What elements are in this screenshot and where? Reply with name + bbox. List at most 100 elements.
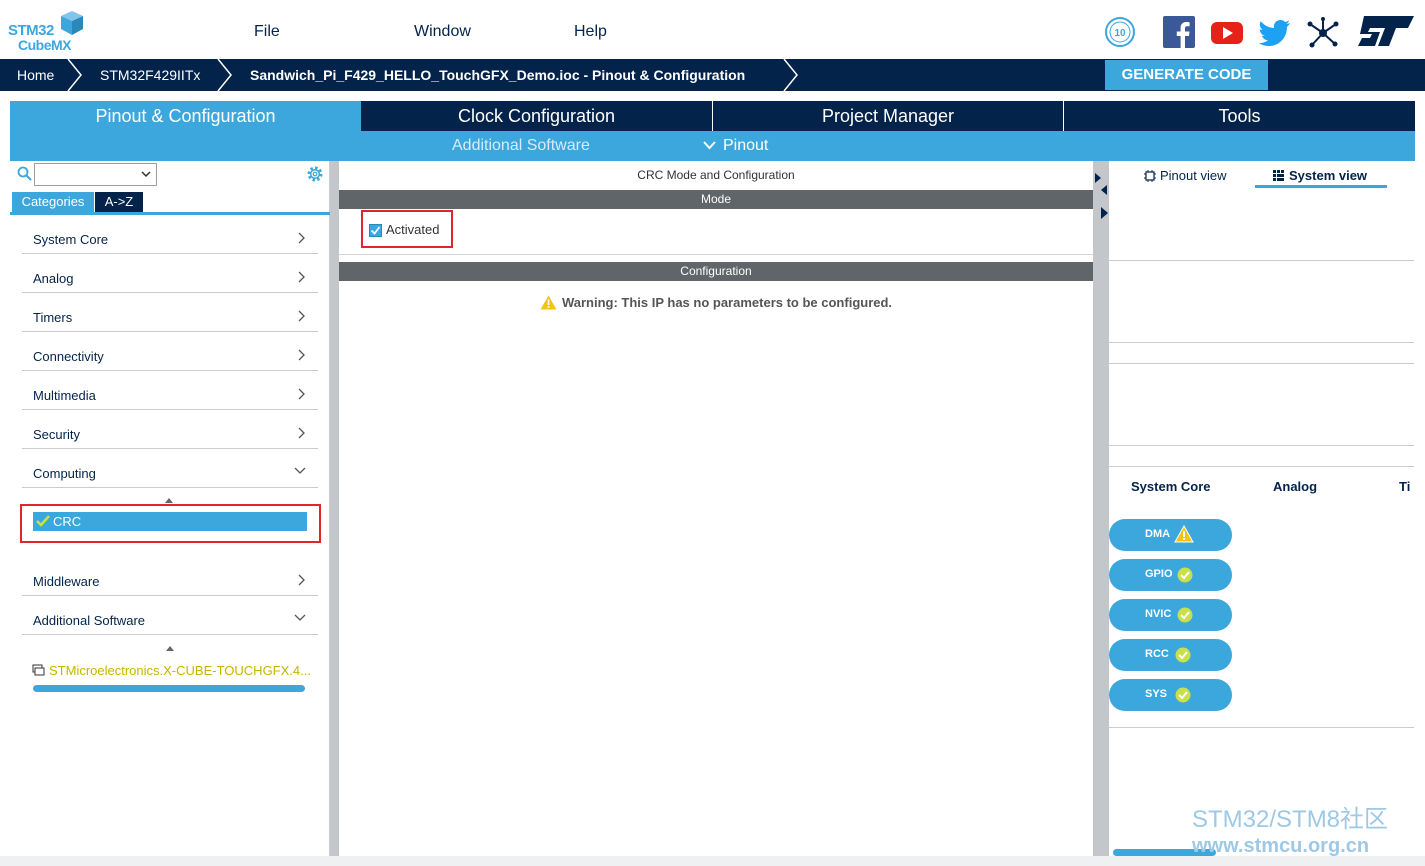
category-analog[interactable]: Analog bbox=[22, 254, 318, 293]
breadcrumb-chevron-icon bbox=[783, 59, 798, 91]
chevron-right-icon bbox=[298, 574, 305, 586]
peripheral-rcc-button[interactable]: RCC bbox=[1109, 639, 1232, 671]
watermark-line-2: www.stmcu.org.cn bbox=[1192, 835, 1370, 857]
generate-code-button[interactable]: GENERATE CODE bbox=[1105, 60, 1268, 90]
activated-label: Activated bbox=[386, 222, 440, 237]
category-label: Connectivity bbox=[33, 349, 104, 364]
breadcrumb-project[interactable]: Sandwich_Pi_F429_HELLO_TouchGFX_Demo.ioc… bbox=[250, 67, 745, 83]
warning-message: Warning: This IP has no parameters to be… bbox=[339, 295, 1093, 310]
scroll-up-icon[interactable] bbox=[166, 646, 174, 651]
category-additional-software[interactable]: Additional Software bbox=[22, 596, 318, 635]
subtab-pinout[interactable]: Pinout bbox=[723, 137, 768, 155]
divider bbox=[1109, 727, 1414, 728]
chevron-down-icon[interactable] bbox=[703, 141, 716, 150]
watermark-line-1: STM32/STM8社区 bbox=[1192, 806, 1389, 833]
twitter-icon[interactable] bbox=[1258, 16, 1292, 48]
category-label: Middleware bbox=[33, 574, 100, 589]
chevron-right-icon bbox=[298, 310, 305, 322]
st-logo-icon[interactable] bbox=[1356, 14, 1416, 48]
left-splitter[interactable] bbox=[330, 161, 339, 856]
category-computing[interactable]: Computing bbox=[22, 449, 318, 488]
peripheral-dma-button[interactable]: DMA bbox=[1109, 519, 1232, 551]
peripheral-label: SYS bbox=[1145, 688, 1168, 700]
search-input[interactable] bbox=[34, 163, 157, 186]
category-label: Security bbox=[33, 427, 80, 442]
horizontal-scrollbar[interactable] bbox=[33, 685, 305, 692]
list-view-icon bbox=[1273, 170, 1284, 181]
chevron-right-icon bbox=[298, 388, 305, 400]
category-label: System Core bbox=[33, 232, 109, 247]
expand-arrow-icon[interactable] bbox=[1101, 207, 1108, 219]
ok-check-icon bbox=[1175, 647, 1191, 663]
view-label: System view bbox=[1289, 168, 1368, 183]
chevron-right-icon bbox=[298, 427, 305, 439]
list-item-label: CRC bbox=[53, 514, 82, 529]
tab-categories[interactable]: Categories bbox=[12, 192, 94, 212]
peripheral-nvic-button[interactable]: NVIC bbox=[1109, 599, 1232, 631]
tab-system-view[interactable]: System view bbox=[1273, 168, 1367, 183]
category-multimedia[interactable]: Multimedia bbox=[22, 371, 318, 410]
list-item-software-pack[interactable]: STMicroelectronics.X-CUBE-TOUCHGFX.4... bbox=[32, 661, 322, 681]
facebook-icon[interactable] bbox=[1163, 16, 1195, 48]
activated-checkbox[interactable] bbox=[369, 224, 382, 237]
collapse-arrow-icon[interactable] bbox=[1101, 185, 1107, 195]
tab-a-to-z[interactable]: A->Z bbox=[95, 192, 143, 212]
peripheral-label: NVIC bbox=[1145, 608, 1172, 620]
menu-file[interactable]: File bbox=[254, 23, 280, 41]
peripheral-gpio-button[interactable]: GPIO bbox=[1109, 559, 1232, 591]
column-system-core: System Core bbox=[1131, 479, 1211, 494]
category-system-core[interactable]: System Core bbox=[22, 215, 318, 254]
category-timers[interactable]: Timers bbox=[22, 293, 318, 332]
list-item-crc[interactable]: CRC bbox=[33, 512, 307, 531]
breadcrumb-home[interactable]: Home bbox=[17, 67, 54, 83]
column-analog: Analog bbox=[1273, 479, 1318, 494]
subtab-additional-software[interactable]: Additional Software bbox=[452, 137, 590, 155]
svg-text:10: 10 bbox=[1114, 28, 1126, 39]
category-label: Additional Software bbox=[33, 613, 146, 628]
divider bbox=[1109, 445, 1414, 446]
ok-check-icon bbox=[1175, 687, 1191, 703]
menu-window[interactable]: Window bbox=[414, 23, 471, 41]
right-splitter[interactable] bbox=[1093, 161, 1109, 856]
tab-clock-configuration[interactable]: Clock Configuration bbox=[361, 101, 712, 131]
divider bbox=[1109, 363, 1414, 364]
list-item-label: STMicroelectronics.X-CUBE-TOUCHGFX.4... bbox=[49, 663, 311, 678]
category-connectivity[interactable]: Connectivity bbox=[22, 332, 318, 371]
main-tabs: Pinout & Configuration Clock Configurati… bbox=[10, 101, 1415, 131]
chevron-right-icon bbox=[298, 349, 305, 361]
search-icon[interactable] bbox=[17, 166, 32, 181]
breadcrumb-device[interactable]: STM32F429IITx bbox=[100, 67, 200, 83]
tab-project-manager[interactable]: Project Manager bbox=[712, 101, 1063, 131]
check-icon bbox=[36, 515, 50, 527]
breadcrumb-chevron-icon bbox=[217, 59, 232, 91]
category-security[interactable]: Security bbox=[22, 410, 318, 449]
view-label: Pinout view bbox=[1160, 168, 1227, 183]
peripheral-sys-button[interactable]: SYS bbox=[1109, 679, 1232, 711]
chevron-down-icon bbox=[294, 614, 306, 621]
divider bbox=[1109, 260, 1414, 261]
divider bbox=[1109, 342, 1414, 343]
configuration-header: Configuration bbox=[339, 262, 1093, 281]
peripheral-label: GPIO bbox=[1145, 568, 1173, 580]
category-middleware[interactable]: Middleware bbox=[22, 557, 318, 596]
peripheral-label: DMA bbox=[1145, 528, 1171, 540]
anniversary-badge-icon[interactable]: 10 bbox=[1104, 16, 1136, 48]
gear-icon[interactable] bbox=[306, 165, 324, 183]
stm32cubemx-logo: STM32 CubeMX bbox=[6, 10, 86, 54]
tab-pinout-view[interactable]: Pinout view bbox=[1144, 168, 1226, 183]
peripheral-label: RCC bbox=[1145, 648, 1169, 660]
mode-configuration-panel: CRC Mode and Configuration Mode Activate… bbox=[339, 161, 1093, 856]
collapse-arrow-icon[interactable] bbox=[1095, 173, 1101, 183]
scroll-up-icon[interactable] bbox=[165, 498, 173, 503]
mode-header: Mode bbox=[339, 190, 1093, 209]
chevron-down-icon bbox=[294, 467, 306, 474]
chevron-right-icon bbox=[298, 271, 305, 283]
tab-tools[interactable]: Tools bbox=[1063, 101, 1415, 131]
category-label: Multimedia bbox=[33, 388, 96, 403]
youtube-icon[interactable] bbox=[1210, 16, 1244, 48]
active-tab-indicator bbox=[1255, 185, 1387, 188]
menu-help[interactable]: Help bbox=[574, 23, 607, 41]
network-icon[interactable] bbox=[1306, 16, 1340, 50]
logo-text-2: CubeMX bbox=[18, 37, 72, 53]
tab-pinout-configuration[interactable]: Pinout & Configuration bbox=[10, 101, 361, 131]
